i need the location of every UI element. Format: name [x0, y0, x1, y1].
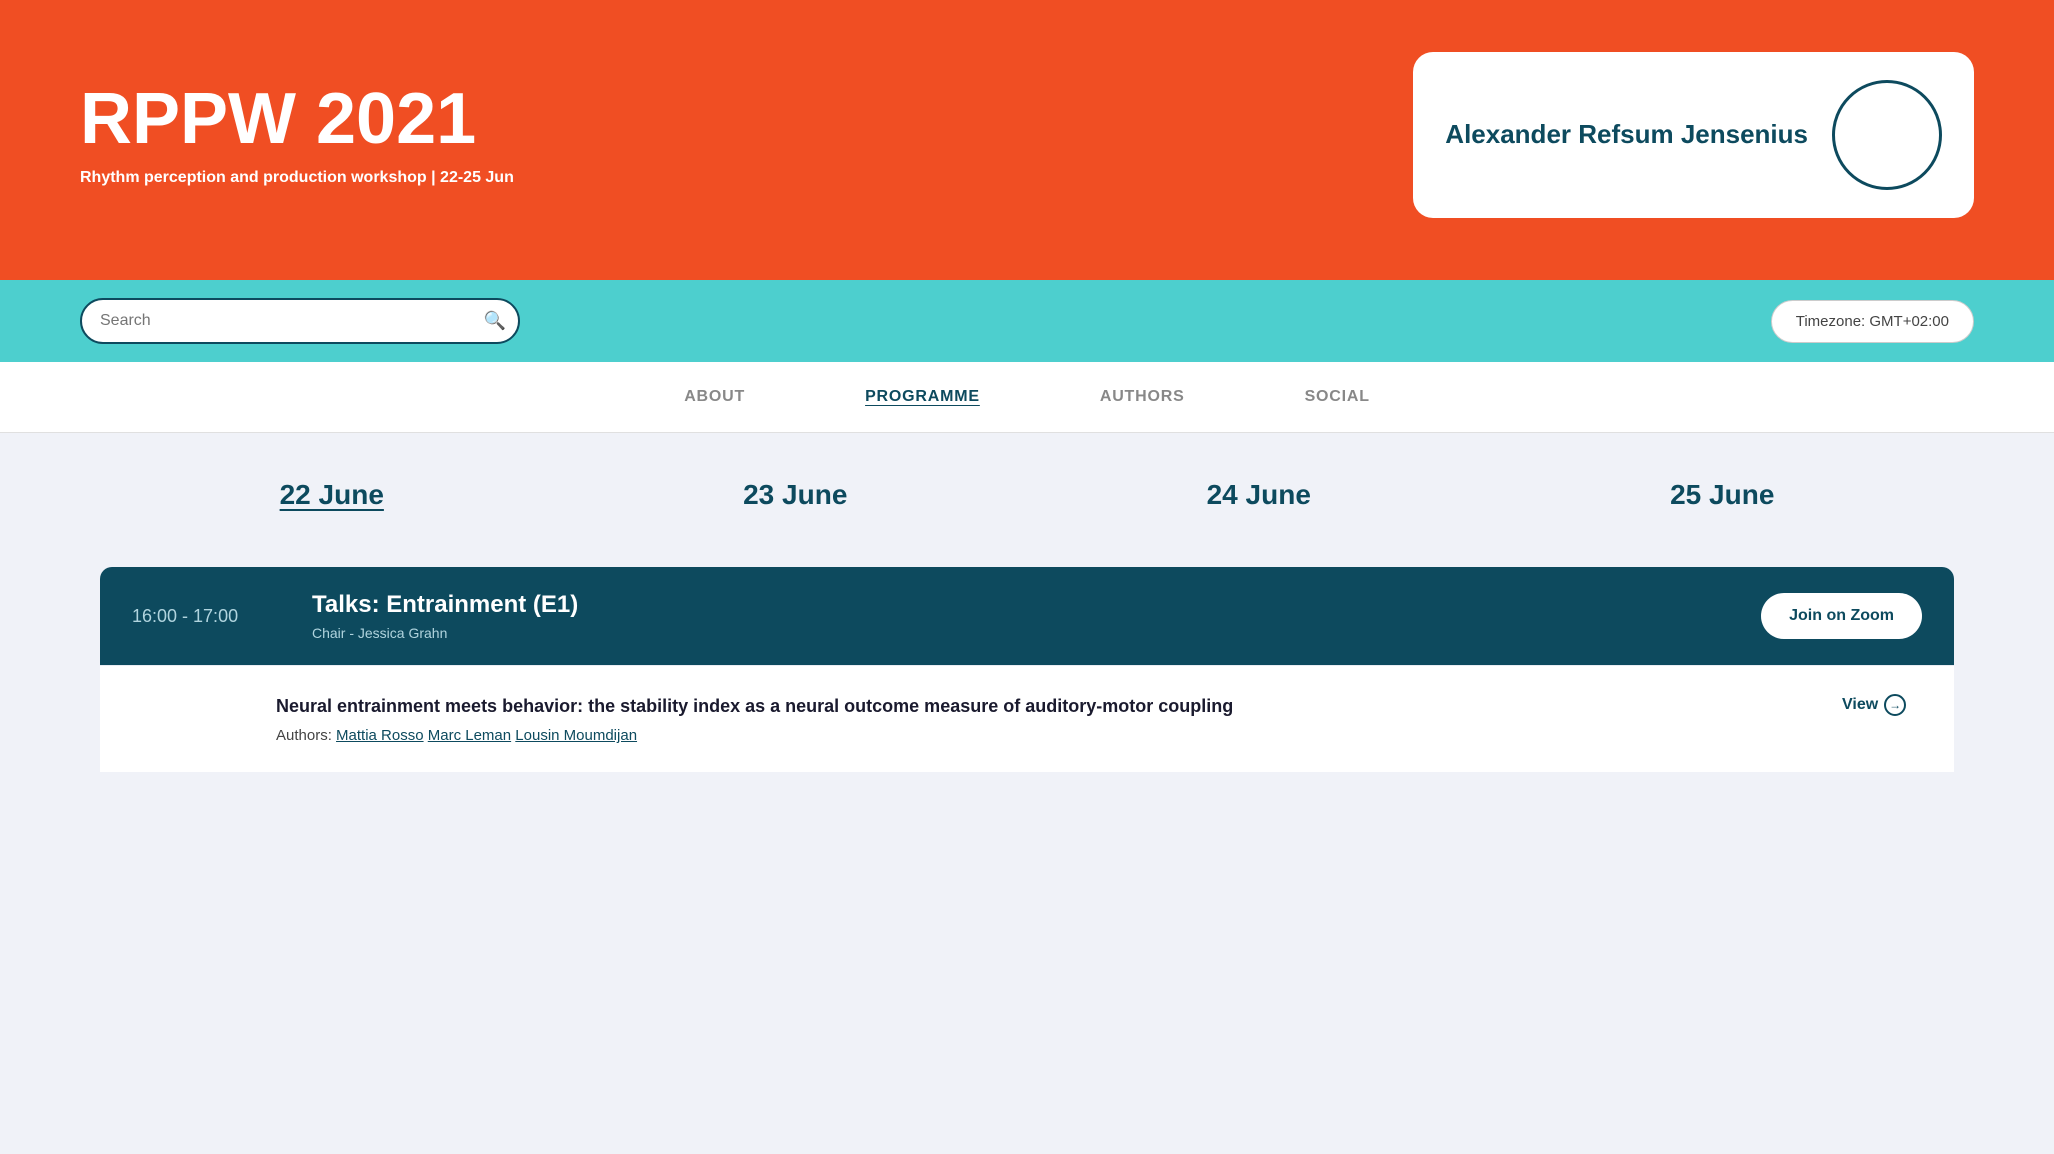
tab-22-june[interactable]: 22 June — [280, 473, 384, 517]
author-2[interactable]: Marc Leman — [428, 727, 511, 744]
nav: ABOUT PROGRAMME AUTHORS SOCIAL — [0, 362, 2054, 433]
arrow-circle-icon: → — [1884, 694, 1906, 716]
search-input[interactable] — [80, 298, 520, 344]
profile-name: Alexander Refsum Jensenius — [1445, 119, 1808, 150]
site-title: RPPW 2021 — [80, 83, 514, 155]
session-block: 16:00 - 17:00 Talks: Entrainment (E1) Ch… — [100, 567, 1954, 665]
nav-about[interactable]: ABOUT — [684, 382, 745, 412]
schedule: 16:00 - 17:00 Talks: Entrainment (E1) Ch… — [0, 527, 2054, 832]
header: RPPW 2021 Rhythm perception and producti… — [0, 0, 2054, 280]
author-3[interactable]: Lousin Moumdijan — [515, 727, 637, 744]
paper-title: Neural entrainment meets behavior: the s… — [276, 694, 1822, 719]
session-time: 16:00 - 17:00 — [132, 606, 272, 627]
nav-programme[interactable]: PROGRAMME — [865, 382, 980, 412]
tab-24-june[interactable]: 24 June — [1207, 473, 1311, 517]
tab-23-june[interactable]: 23 June — [743, 473, 847, 517]
paper-authors: Authors: Mattia Rosso Marc Leman Lousin … — [276, 727, 1822, 744]
header-left: RPPW 2021 Rhythm perception and producti… — [80, 83, 514, 187]
search-wrapper: 🔍 — [80, 298, 520, 344]
join-zoom-button[interactable]: Join on Zoom — [1761, 593, 1922, 639]
search-bar: 🔍 Timezone: GMT+02:00 — [0, 280, 2054, 362]
session-chair: Chair - Jessica Grahn — [312, 625, 1721, 641]
paper-content: Neural entrainment meets behavior: the s… — [276, 694, 1822, 744]
tab-25-june[interactable]: 25 June — [1670, 473, 1774, 517]
search-icon: 🔍 — [484, 311, 506, 332]
programme-tabs: 22 June 23 June 24 June 25 June — [0, 433, 2054, 527]
avatar — [1832, 80, 1942, 190]
author-1[interactable]: Mattia Rosso — [336, 727, 424, 744]
site-subtitle: Rhythm perception and production worksho… — [80, 169, 514, 187]
nav-authors[interactable]: AUTHORS — [1100, 382, 1185, 412]
authors-prefix: Authors: — [276, 727, 336, 744]
view-link[interactable]: View → — [1842, 694, 1922, 716]
session-info: Talks: Entrainment (E1) Chair - Jessica … — [312, 591, 1721, 641]
view-label: View — [1842, 696, 1878, 714]
session-title: Talks: Entrainment (E1) — [312, 591, 1721, 619]
timezone-badge: Timezone: GMT+02:00 — [1771, 300, 1974, 343]
nav-social[interactable]: SOCIAL — [1305, 382, 1370, 412]
paper-item: Neural entrainment meets behavior: the s… — [100, 665, 1954, 772]
profile-card: Alexander Refsum Jensenius — [1413, 52, 1974, 218]
